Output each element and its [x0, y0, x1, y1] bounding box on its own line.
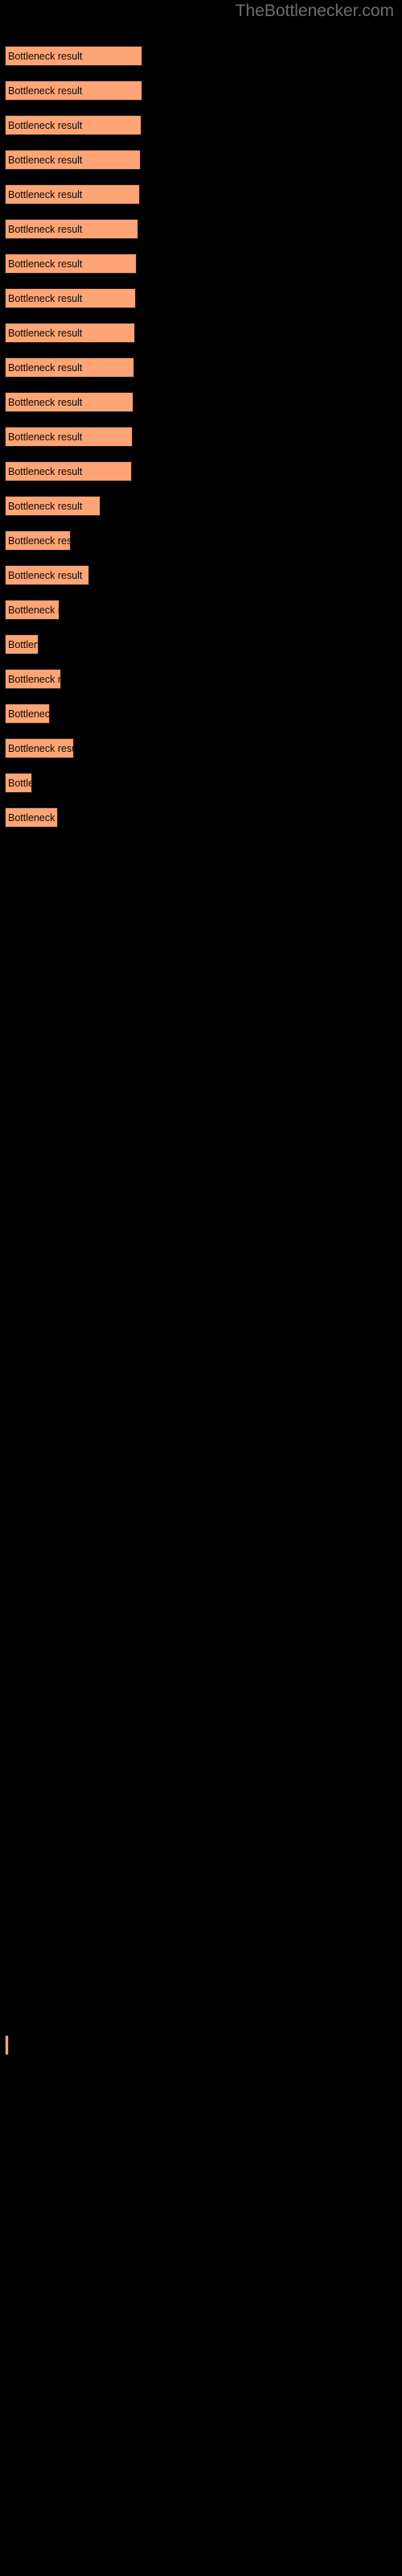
bar-item[interactable]: Bottleneck result	[5, 807, 58, 828]
bar-item[interactable]: Bottleneck result	[5, 427, 133, 447]
bar-label: Bottleneck result	[8, 604, 59, 616]
bar-label: Bottleneck result	[8, 50, 83, 62]
bar-label: Bottleneck result	[8, 396, 83, 408]
bar-item[interactable]: Bottleneck result	[5, 634, 39, 654]
bar-label: Bottleneck result	[8, 431, 83, 443]
bar-label: Bottleneck result	[8, 361, 83, 374]
bar-label: Bottleneck result	[8, 2040, 9, 2051]
bar-label: Bottleneck result	[8, 188, 83, 200]
bar-label: Bottleneck result	[8, 327, 83, 339]
bar-item[interactable]: Bottleneck result	[5, 254, 137, 274]
bar-label: Bottleneck result	[8, 500, 83, 512]
bar-label: Bottleneck result	[8, 708, 50, 720]
bar-label: Bottleneck result	[8, 569, 83, 581]
bar-item[interactable]: Bottleneck result	[5, 323, 135, 343]
bar-label: Bottleneck result	[8, 777, 31, 789]
bar-item[interactable]: Bottleneck result	[5, 219, 138, 239]
bar-label: Bottleneck result	[8, 742, 73, 754]
bar-item[interactable]: Bottleneck result	[5, 600, 59, 620]
bar-label: Bottleneck result	[8, 465, 83, 477]
bar-item[interactable]: Bottleneck result	[5, 738, 74, 758]
bar-item[interactable]: Bottleneck result	[5, 357, 134, 378]
bar-item[interactable]: Bottleneck result	[5, 565, 89, 585]
bar-item[interactable]: Bottleneck result	[5, 288, 136, 308]
bar-item[interactable]: Bottleneck result	[5, 80, 142, 101]
bar-item[interactable]: Bottleneck result	[5, 184, 140, 204]
bar-label: Bottleneck result	[8, 119, 83, 131]
bar-label: Bottleneck result	[8, 638, 39, 650]
bar-label: Bottleneck result	[8, 535, 71, 547]
bar-label: Bottleneck result	[8, 673, 61, 685]
bar-item[interactable]: Bottleneck result	[5, 150, 141, 170]
bar-label: Bottleneck result	[8, 223, 83, 235]
bar-item[interactable]: Bottleneck result	[5, 46, 142, 66]
bar-label: Bottleneck result	[8, 292, 83, 304]
bar-label: Bottleneck result	[8, 154, 83, 166]
bar-item[interactable]: Bottleneck result	[5, 392, 133, 412]
bar-item[interactable]: Bottleneck result	[5, 669, 61, 689]
bar-item[interactable]: Bottleneck result	[5, 773, 32, 793]
bar-item[interactable]: Bottleneck result	[5, 704, 50, 724]
bar-item[interactable]: Bottleneck result	[5, 530, 71, 551]
bar-label: Bottleneck result	[8, 258, 83, 270]
bar-item[interactable]: Bottleneck result	[5, 115, 142, 135]
bar-series-layer: Bottleneck result Bottleneck result Bottle…	[0, 0, 402, 2576]
bar-label: Bottleneck result	[8, 811, 57, 824]
bar-item[interactable]: Bottleneck result	[5, 461, 132, 481]
bar-item[interactable]: Bottleneck result	[5, 2035, 9, 2055]
bar-item[interactable]: Bottleneck result	[5, 496, 100, 516]
bottleneck-bar-chart: TheBottlenecker.com Bottleneck result Bot…	[0, 0, 402, 2576]
bar-label: Bottleneck result	[8, 85, 83, 97]
